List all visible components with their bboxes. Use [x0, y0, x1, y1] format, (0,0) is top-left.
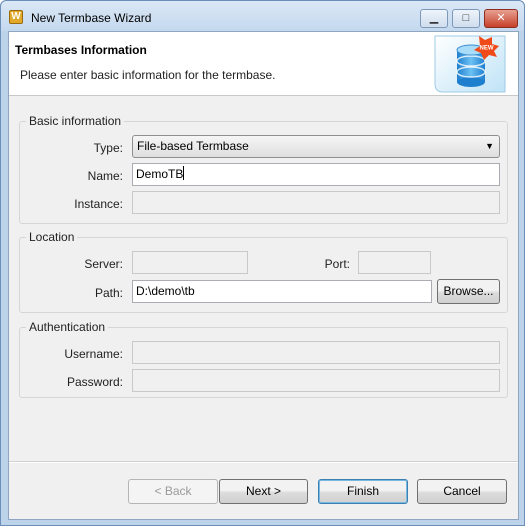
- instance-label: Instance:: [74, 197, 123, 211]
- close-button[interactable]: ✕: [484, 9, 518, 28]
- cancel-button[interactable]: Cancel: [417, 479, 507, 504]
- maximize-button[interactable]: □: [452, 9, 480, 28]
- instance-field[interactable]: [132, 191, 500, 214]
- page-title: Termbases Information: [15, 43, 147, 57]
- path-label: Path:: [94, 286, 123, 300]
- new-badge: NEW: [480, 46, 494, 52]
- type-label: Type:: [93, 141, 123, 155]
- text-cursor: [183, 166, 185, 180]
- chevron-down-icon: ▼: [485, 141, 494, 151]
- next-button[interactable]: Next >: [219, 479, 308, 504]
- database-icon: NEW: [434, 35, 506, 93]
- app-icon: W: [9, 10, 23, 24]
- wizard-window: W New Termbase Wizard ▁ □ ✕ Termbases In…: [0, 0, 525, 526]
- basic-information-legend: Basic information: [26, 114, 125, 128]
- name-label: Name:: [87, 169, 123, 183]
- location-legend: Location: [26, 230, 78, 244]
- type-select-value: File-based Termbase: [137, 139, 249, 153]
- password-field[interactable]: [132, 369, 500, 392]
- password-label: Password:: [66, 375, 123, 389]
- location-group: Location Server: Port: Path: D:\demo\tb …: [19, 230, 508, 313]
- name-field[interactable]: DemoTB: [132, 163, 500, 186]
- back-button[interactable]: < Back: [128, 479, 218, 504]
- username-label: Username:: [64, 347, 123, 361]
- finish-button[interactable]: Finish: [318, 479, 408, 504]
- window-title: New Termbase Wizard: [31, 11, 152, 25]
- title-bar[interactable]: W New Termbase Wizard ▁ □ ✕: [1, 1, 524, 31]
- basic-information-group: Basic information Type: File-based Termb…: [19, 114, 508, 224]
- wizard-banner: Termbases Information Please enter basic…: [9, 32, 518, 96]
- port-field[interactable]: [358, 251, 431, 274]
- wizard-body: Termbases Information Please enter basic…: [8, 31, 519, 520]
- minimize-button[interactable]: ▁: [420, 9, 448, 28]
- server-field[interactable]: [132, 251, 248, 274]
- path-field[interactable]: D:\demo\tb: [132, 280, 432, 303]
- authentication-legend: Authentication: [26, 320, 109, 334]
- page-description: Please enter basic information for the t…: [20, 68, 276, 82]
- port-label: Port:: [324, 257, 350, 271]
- authentication-group: Authentication Username: Password:: [19, 320, 508, 398]
- type-select[interactable]: File-based Termbase ▼: [132, 135, 500, 158]
- username-field[interactable]: [132, 341, 500, 364]
- name-field-value: DemoTB: [136, 167, 184, 181]
- footer-separator: [9, 461, 518, 463]
- browse-button[interactable]: Browse...: [437, 279, 500, 304]
- server-label: Server:: [84, 257, 123, 271]
